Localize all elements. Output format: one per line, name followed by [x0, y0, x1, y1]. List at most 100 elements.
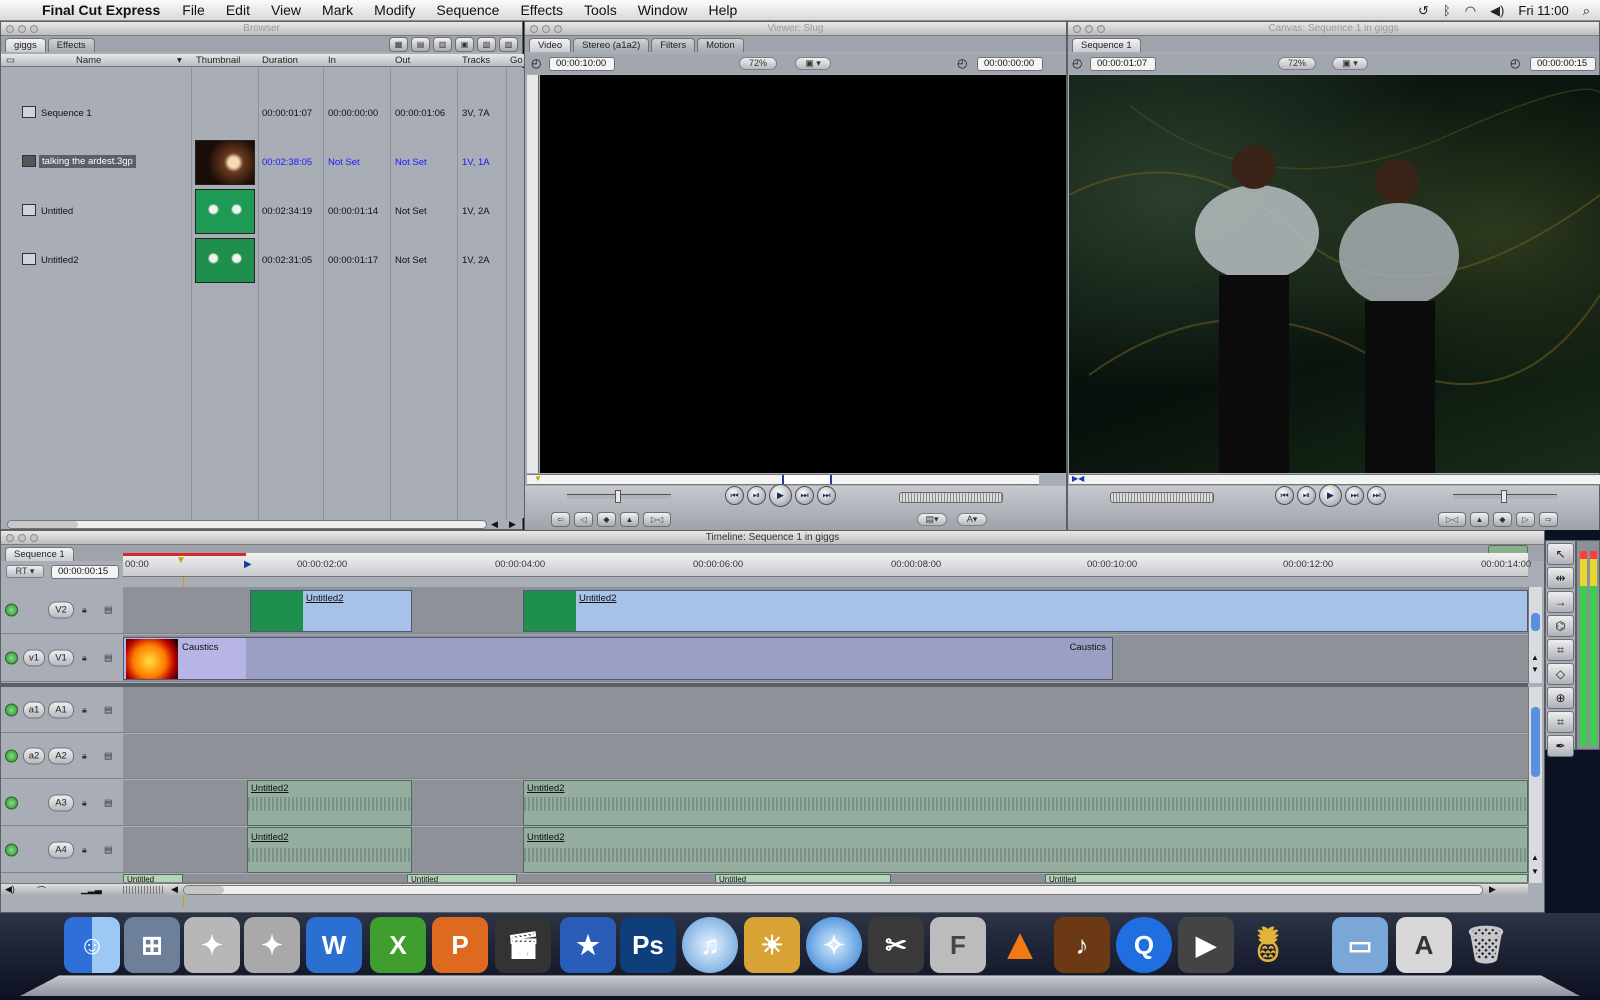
- playhead-icon[interactable]: ▼: [176, 555, 186, 566]
- zoom-tool-icon[interactable]: ⊕: [1547, 687, 1574, 709]
- next-edit-button[interactable]: ⏭: [1367, 486, 1386, 505]
- add-marker-button[interactable]: ◆: [597, 512, 616, 527]
- viewer-duration-timecode[interactable]: 00:00:10:00: [549, 57, 615, 71]
- menu-view[interactable]: View: [271, 2, 301, 18]
- scroll-thumb[interactable]: [8, 521, 78, 528]
- menu-edit[interactable]: Edit: [226, 2, 250, 18]
- previous-edit-button[interactable]: ⏮: [1275, 486, 1294, 505]
- zoom-button[interactable]: [30, 25, 38, 33]
- timeline-clip[interactable]: Untitled: [407, 874, 517, 882]
- minimize-button[interactable]: [542, 25, 550, 33]
- col-go[interactable]: Go: [510, 55, 523, 66]
- timeline-ruler[interactable]: 00:00 00:00:02:00 00:00:04:00 00:00:06:0…: [123, 553, 1531, 577]
- timeline-clip[interactable]: Untitled: [123, 874, 183, 882]
- lock-icon[interactable]: 🔒︎: [82, 605, 87, 616]
- audio-enable-toggle[interactable]: [5, 843, 18, 856]
- volume-icon[interactable]: ◀): [1490, 3, 1504, 19]
- scroll-left-arrow-icon[interactable]: ◀: [491, 519, 498, 530]
- play-in-to-out-button[interactable]: ⏯: [1297, 486, 1316, 505]
- list-item[interactable]: Sequence 1 00:00:01:07 00:00:00:00 00:00…: [1, 90, 524, 138]
- safari-icon[interactable]: ✧: [806, 917, 862, 973]
- auto-select-icon[interactable]: ▤: [104, 751, 113, 762]
- time-machine-icon[interactable]: ↺: [1418, 3, 1429, 19]
- shuttle-knob[interactable]: [1501, 490, 1507, 503]
- viewer-view-popup[interactable]: ▣ ▾: [795, 57, 831, 70]
- script-app-icon[interactable]: ✦: [244, 917, 300, 973]
- clapper-icon[interactable]: ✂: [868, 917, 924, 973]
- generator-popup[interactable]: A▾: [957, 513, 987, 526]
- scroll-right-arrow-icon[interactable]: ▶: [1489, 884, 1496, 895]
- razor-tool-icon[interactable]: ◇: [1547, 663, 1574, 685]
- rt-popup[interactable]: RT ▾: [6, 565, 44, 578]
- scroll-up-arrow-icon[interactable]: ▲: [1531, 653, 1539, 662]
- list-item[interactable]: talking the ardest.3gp 00:02:38:05 Not S…: [1, 139, 524, 187]
- tab-filters[interactable]: Filters: [651, 38, 696, 52]
- track-select-tool-icon[interactable]: →: [1547, 591, 1574, 613]
- minimize-button[interactable]: [18, 534, 26, 542]
- playhead-icon[interactable]: ▶◀: [1072, 474, 1084, 483]
- tab-sequence-1[interactable]: Sequence 1: [5, 547, 74, 561]
- canvas-jog-control[interactable]: [1110, 492, 1214, 503]
- next-edit-button[interactable]: ⏭: [817, 486, 836, 505]
- view-large-button[interactable]: ▧: [477, 37, 496, 52]
- iphoto-icon[interactable]: ☀: [744, 917, 800, 973]
- tab-giggs[interactable]: giggs: [5, 38, 46, 52]
- match-frame-button[interactable]: ⇦: [551, 512, 570, 527]
- track-visibility-toggle[interactable]: [5, 603, 18, 617]
- timeline-current-timecode[interactable]: 00:00:00:15: [51, 565, 119, 579]
- audio-enable-toggle[interactable]: [5, 796, 18, 809]
- crop-tool-icon[interactable]: ⌗: [1547, 711, 1574, 733]
- scroll-thumb[interactable]: [1531, 707, 1540, 777]
- timeline-clip[interactable]: Untitled2: [247, 827, 412, 873]
- zoom-button[interactable]: [1097, 25, 1105, 33]
- viewer-titlebar[interactable]: Viewer: Slug: [525, 22, 1066, 36]
- audio-controls-icon[interactable]: ◀): [5, 884, 15, 895]
- wifi-icon[interactable]: ◠: [1465, 3, 1476, 19]
- timeline-clip[interactable]: Untitled: [715, 874, 891, 882]
- col-out[interactable]: Out: [395, 55, 410, 66]
- track-height-icon[interactable]: ▁▂▃: [81, 884, 102, 895]
- timeline-horizontal-scrollbar[interactable]: [183, 885, 1483, 895]
- col-in[interactable]: In: [328, 55, 336, 66]
- viewer-current-timecode[interactable]: 00:00:00:00: [977, 57, 1043, 71]
- recent-clips-popup[interactable]: ▤▾: [917, 513, 947, 526]
- canvas-titlebar[interactable]: Canvas: Sequence 1 in giggs: [1068, 22, 1599, 36]
- add-marker-button[interactable]: ◆: [1493, 512, 1512, 527]
- scroll-up-arrow-icon[interactable]: ▲: [1531, 853, 1539, 862]
- audio-enable-toggle[interactable]: [5, 703, 18, 716]
- minimize-button[interactable]: [1085, 25, 1093, 33]
- col-thumbnail[interactable]: Thumbnail: [196, 55, 240, 66]
- menu-file[interactable]: File: [182, 2, 205, 18]
- tab-stereo[interactable]: Stereo (a1a2): [573, 38, 650, 52]
- garageband-icon[interactable]: ♪: [1054, 917, 1110, 973]
- match-frame-button[interactable]: ⇨: [1539, 512, 1558, 527]
- view-small-button[interactable]: ▥: [433, 37, 452, 52]
- clip-overlays-icon[interactable]: ⌒: [37, 884, 46, 897]
- close-button[interactable]: [6, 534, 14, 542]
- photoshop-icon[interactable]: Ps: [620, 917, 676, 973]
- timeline-titlebar[interactable]: Timeline: Sequence 1 in giggs: [1, 531, 1544, 545]
- lock-icon[interactable]: 🔒︎: [82, 844, 87, 855]
- imovie-icon[interactable]: ★: [560, 917, 616, 973]
- minimize-button[interactable]: [18, 25, 26, 33]
- excel-icon[interactable]: X: [370, 917, 426, 973]
- final-cut-icon[interactable]: 🎬︎: [495, 917, 551, 973]
- app-menu[interactable]: Final Cut Express: [42, 2, 160, 18]
- menu-mark[interactable]: Mark: [322, 2, 353, 18]
- edit-selection-tool-icon[interactable]: ⇹: [1547, 567, 1574, 589]
- timeline-clip[interactable]: Untitled2: [523, 827, 1528, 873]
- adium-icon[interactable]: 🍍︎: [1240, 917, 1296, 973]
- track-lane-v2[interactable]: Untitled2 Untitled2: [123, 587, 1528, 634]
- tab-effects[interactable]: Effects: [47, 38, 95, 52]
- slip-tool-icon[interactable]: ⌗: [1547, 639, 1574, 661]
- browser-horizontal-scrollbar[interactable]: [7, 520, 487, 529]
- auto-select-icon[interactable]: ▤: [104, 704, 113, 715]
- track-lane-a4[interactable]: Untitled2 Untitled2: [123, 827, 1528, 873]
- browser-titlebar[interactable]: Browser: [1, 22, 522, 36]
- auto-select-icon[interactable]: ▤: [104, 605, 113, 616]
- close-button[interactable]: [530, 25, 538, 33]
- scroll-right-arrow-icon[interactable]: ▶: [509, 519, 516, 530]
- scroll-thumb[interactable]: [1531, 613, 1540, 631]
- scroll-thumb[interactable]: [184, 886, 224, 894]
- shuttle-knob[interactable]: [615, 490, 621, 503]
